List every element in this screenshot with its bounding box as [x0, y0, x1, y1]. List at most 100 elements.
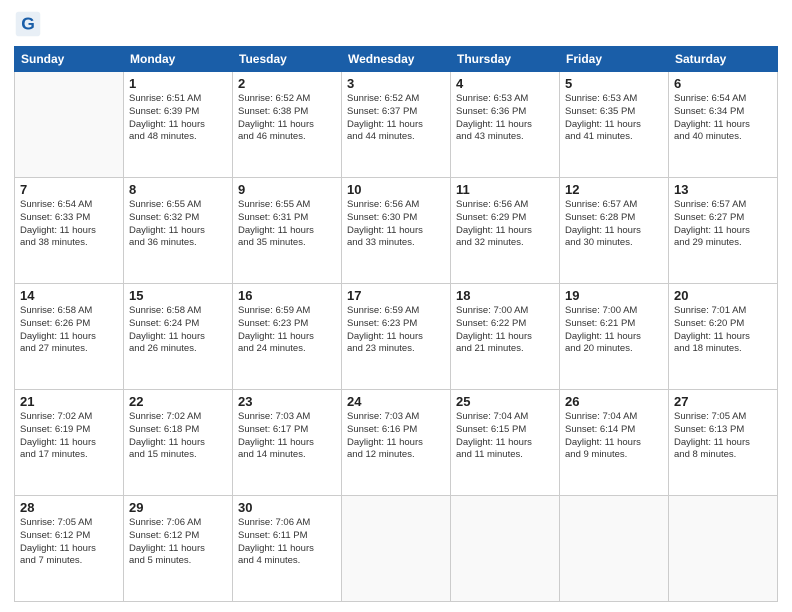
cell-content: Sunrise: 7:02 AM Sunset: 6:18 PM Dayligh…	[129, 411, 227, 462]
cell-content: Sunrise: 6:59 AM Sunset: 6:23 PM Dayligh…	[347, 305, 445, 356]
cell-content: Sunrise: 6:59 AM Sunset: 6:23 PM Dayligh…	[238, 305, 336, 356]
day-number: 3	[347, 76, 445, 91]
calendar-cell: 21 Sunrise: 7:02 AM Sunset: 6:19 PM Dayli…	[15, 390, 124, 496]
cell-content: Sunrise: 7:00 AM Sunset: 6:22 PM Dayligh…	[456, 305, 554, 356]
calendar-cell: 23Sunrise: 7:03 AM Sunset: 6:17 PM Dayli…	[233, 390, 342, 496]
cell-content: Sunrise: 6:55 AM Sunset: 6:31 PM Dayligh…	[238, 199, 336, 250]
day-number: 29	[129, 500, 227, 515]
cell-content: Sunrise: 6:51 AM Sunset: 6:39 PM Dayligh…	[129, 93, 227, 144]
logo-icon: G	[14, 10, 42, 38]
day-number: 19	[565, 288, 663, 303]
calendar-body: 1 Sunrise: 6:51 AM Sunset: 6:39 PM Daylig…	[15, 72, 778, 602]
calendar-cell: 30 Sunrise: 7:06 AM Sunset: 6:11 PM Dayli…	[233, 496, 342, 602]
weekday-header: Saturday	[669, 47, 778, 72]
weekday-header: Monday	[124, 47, 233, 72]
calendar-cell	[15, 72, 124, 178]
calendar-week-row: 28 Sunrise: 7:05 AM Sunset: 6:12 PM Dayli…	[15, 496, 778, 602]
day-number: 4	[456, 76, 554, 91]
calendar-cell: 11 Sunrise: 6:56 AM Sunset: 6:29 PM Dayli…	[451, 178, 560, 284]
day-number: 25	[456, 394, 554, 409]
weekday-row: SundayMondayTuesdayWednesdayThursdayFrid…	[15, 47, 778, 72]
cell-content: Sunrise: 7:06 AM Sunset: 6:12 PM Dayligh…	[129, 517, 227, 568]
cell-content: Sunrise: 7:03 AM Sunset: 6:17 PM Dayligh…	[238, 411, 336, 462]
cell-content: Sunrise: 7:05 AM Sunset: 6:12 PM Dayligh…	[20, 517, 118, 568]
calendar-week-row: 1 Sunrise: 6:51 AM Sunset: 6:39 PM Daylig…	[15, 72, 778, 178]
weekday-header: Tuesday	[233, 47, 342, 72]
cell-content: Sunrise: 7:03 AM Sunset: 6:16 PM Dayligh…	[347, 411, 445, 462]
cell-content: Sunrise: 7:05 AM Sunset: 6:13 PM Dayligh…	[674, 411, 772, 462]
cell-content: Sunrise: 7:01 AM Sunset: 6:20 PM Dayligh…	[674, 305, 772, 356]
cell-content: Sunrise: 6:57 AM Sunset: 6:27 PM Dayligh…	[674, 199, 772, 250]
weekday-header: Sunday	[15, 47, 124, 72]
cell-content: Sunrise: 6:56 AM Sunset: 6:29 PM Dayligh…	[456, 199, 554, 250]
day-number: 16	[238, 288, 336, 303]
cell-content: Sunrise: 6:52 AM Sunset: 6:38 PM Dayligh…	[238, 93, 336, 144]
calendar-cell: 17 Sunrise: 6:59 AM Sunset: 6:23 PM Dayli…	[342, 284, 451, 390]
day-number: 6	[674, 76, 772, 91]
header: G	[14, 10, 778, 38]
day-number: 1	[129, 76, 227, 91]
svg-text:G: G	[21, 13, 35, 33]
day-number: 11	[456, 182, 554, 197]
calendar-cell	[560, 496, 669, 602]
cell-content: Sunrise: 6:54 AM Sunset: 6:33 PM Dayligh…	[20, 199, 118, 250]
calendar-cell: 10Sunrise: 6:56 AM Sunset: 6:30 PM Dayli…	[342, 178, 451, 284]
calendar-cell: 25Sunrise: 7:04 AM Sunset: 6:15 PM Dayli…	[451, 390, 560, 496]
cell-content: Sunrise: 6:58 AM Sunset: 6:26 PM Dayligh…	[20, 305, 118, 356]
cell-content: Sunrise: 7:06 AM Sunset: 6:11 PM Dayligh…	[238, 517, 336, 568]
day-number: 27	[674, 394, 772, 409]
day-number: 2	[238, 76, 336, 91]
calendar-cell: 26 Sunrise: 7:04 AM Sunset: 6:14 PM Dayli…	[560, 390, 669, 496]
day-number: 26	[565, 394, 663, 409]
calendar-cell: 1 Sunrise: 6:51 AM Sunset: 6:39 PM Daylig…	[124, 72, 233, 178]
day-number: 14	[20, 288, 118, 303]
calendar-cell: 12 Sunrise: 6:57 AM Sunset: 6:28 PM Dayli…	[560, 178, 669, 284]
calendar-cell: 22 Sunrise: 7:02 AM Sunset: 6:18 PM Dayli…	[124, 390, 233, 496]
calendar-cell: 27 Sunrise: 7:05 AM Sunset: 6:13 PM Dayli…	[669, 390, 778, 496]
calendar-cell: 16 Sunrise: 6:59 AM Sunset: 6:23 PM Dayli…	[233, 284, 342, 390]
day-number: 9	[238, 182, 336, 197]
cell-content: Sunrise: 7:00 AM Sunset: 6:21 PM Dayligh…	[565, 305, 663, 356]
cell-content: Sunrise: 6:53 AM Sunset: 6:36 PM Dayligh…	[456, 93, 554, 144]
calendar-cell: 6 Sunrise: 6:54 AM Sunset: 6:34 PM Daylig…	[669, 72, 778, 178]
day-number: 22	[129, 394, 227, 409]
cell-content: Sunrise: 6:52 AM Sunset: 6:37 PM Dayligh…	[347, 93, 445, 144]
weekday-header: Friday	[560, 47, 669, 72]
day-number: 17	[347, 288, 445, 303]
calendar-week-row: 7 Sunrise: 6:54 AM Sunset: 6:33 PM Daylig…	[15, 178, 778, 284]
calendar-cell: 29 Sunrise: 7:06 AM Sunset: 6:12 PM Dayli…	[124, 496, 233, 602]
page: G SundayMondayTuesdayWednesdayThursdayFr…	[0, 0, 792, 612]
day-number: 18	[456, 288, 554, 303]
calendar-week-row: 14 Sunrise: 6:58 AM Sunset: 6:26 PM Dayli…	[15, 284, 778, 390]
calendar-cell: 8 Sunrise: 6:55 AM Sunset: 6:32 PM Daylig…	[124, 178, 233, 284]
cell-content: Sunrise: 7:04 AM Sunset: 6:14 PM Dayligh…	[565, 411, 663, 462]
cell-content: Sunrise: 6:57 AM Sunset: 6:28 PM Dayligh…	[565, 199, 663, 250]
calendar-cell: 7 Sunrise: 6:54 AM Sunset: 6:33 PM Daylig…	[15, 178, 124, 284]
cell-content: Sunrise: 6:54 AM Sunset: 6:34 PM Dayligh…	[674, 93, 772, 144]
day-number: 5	[565, 76, 663, 91]
cell-content: Sunrise: 6:55 AM Sunset: 6:32 PM Dayligh…	[129, 199, 227, 250]
day-number: 28	[20, 500, 118, 515]
weekday-header: Thursday	[451, 47, 560, 72]
calendar-cell	[669, 496, 778, 602]
cell-content: Sunrise: 7:02 AM Sunset: 6:19 PM Dayligh…	[20, 411, 118, 462]
day-number: 24	[347, 394, 445, 409]
logo: G	[14, 10, 46, 38]
cell-content: Sunrise: 6:53 AM Sunset: 6:35 PM Dayligh…	[565, 93, 663, 144]
day-number: 12	[565, 182, 663, 197]
day-number: 8	[129, 182, 227, 197]
day-number: 21	[20, 394, 118, 409]
weekday-header: Wednesday	[342, 47, 451, 72]
calendar-cell: 18 Sunrise: 7:00 AM Sunset: 6:22 PM Dayli…	[451, 284, 560, 390]
day-number: 10	[347, 182, 445, 197]
calendar-cell: 2 Sunrise: 6:52 AM Sunset: 6:38 PM Daylig…	[233, 72, 342, 178]
day-number: 7	[20, 182, 118, 197]
day-number: 13	[674, 182, 772, 197]
calendar-cell: 19 Sunrise: 7:00 AM Sunset: 6:21 PM Dayli…	[560, 284, 669, 390]
calendar-header: SundayMondayTuesdayWednesdayThursdayFrid…	[15, 47, 778, 72]
calendar-cell	[342, 496, 451, 602]
cell-content: Sunrise: 6:58 AM Sunset: 6:24 PM Dayligh…	[129, 305, 227, 356]
day-number: 30	[238, 500, 336, 515]
calendar-cell: 15Sunrise: 6:58 AM Sunset: 6:24 PM Dayli…	[124, 284, 233, 390]
calendar-cell: 5 Sunrise: 6:53 AM Sunset: 6:35 PM Daylig…	[560, 72, 669, 178]
